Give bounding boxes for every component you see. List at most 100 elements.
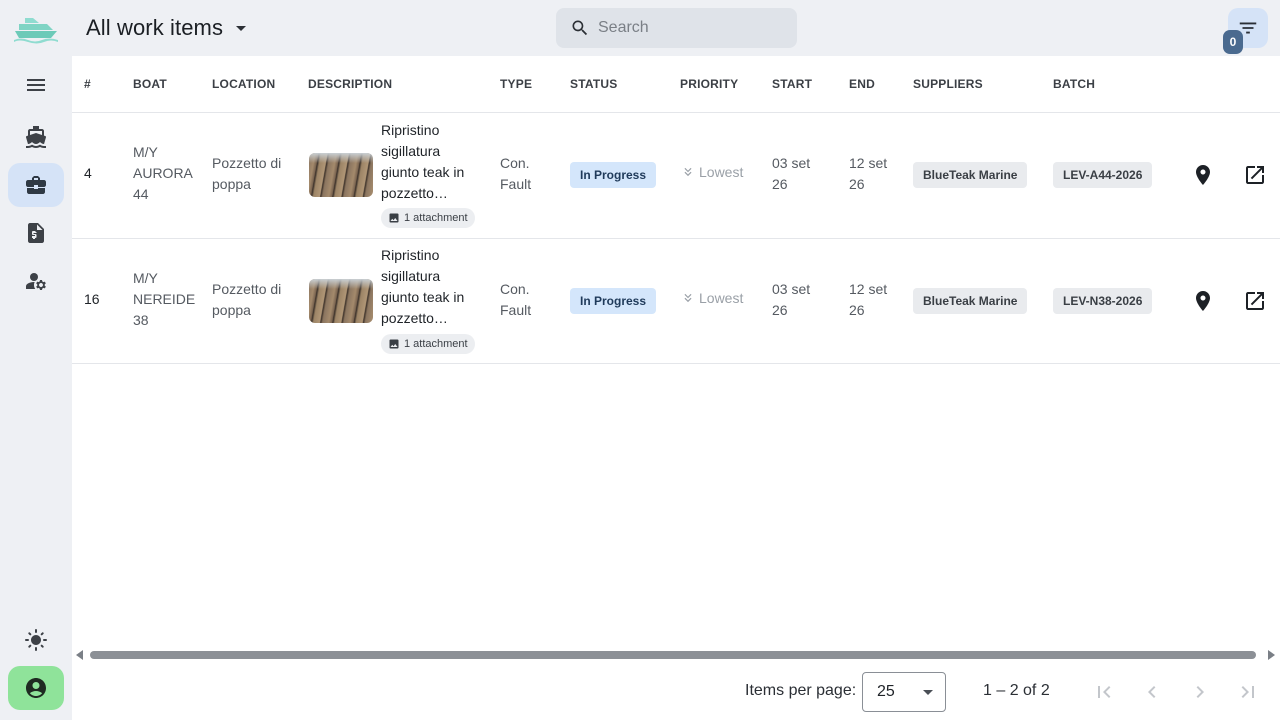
nav-boats[interactable] bbox=[8, 115, 64, 159]
supplier-chip[interactable]: BlueTeak Marine bbox=[913, 288, 1028, 314]
row-boat-line2: AURORA bbox=[133, 165, 193, 181]
col-header-description[interactable]: DESCRIPTION bbox=[308, 77, 392, 91]
show-location-button[interactable] bbox=[1191, 289, 1215, 313]
row-description-line4: pozzetto… bbox=[381, 185, 448, 201]
first-page-button[interactable] bbox=[1092, 680, 1116, 704]
batch-chip[interactable]: LEV-N38-2026 bbox=[1053, 288, 1153, 314]
last-page-icon bbox=[1241, 686, 1254, 698]
col-header-end[interactable]: END bbox=[849, 77, 875, 91]
row-boat-line1: M/Y bbox=[133, 270, 158, 286]
image-icon bbox=[389, 339, 399, 349]
col-header-type[interactable]: TYPE bbox=[500, 77, 532, 91]
table-header: # BOAT LOCATION DESCRIPTION TYPE STATUS … bbox=[72, 56, 1280, 113]
col-header-location[interactable]: LOCATION bbox=[212, 77, 275, 91]
status-badge: In Progress bbox=[570, 162, 657, 188]
theme-toggle[interactable] bbox=[8, 618, 64, 662]
brightness-icon bbox=[25, 629, 47, 651]
attachment-chip[interactable]: 1 attachment bbox=[381, 334, 475, 354]
batch-chip[interactable]: LEV-A44-2026 bbox=[1053, 162, 1153, 188]
open-item-button[interactable] bbox=[1243, 289, 1267, 313]
row-end-line2: 26 bbox=[849, 302, 865, 318]
account-button[interactable] bbox=[8, 666, 64, 710]
items-per-page-label: Items per page: bbox=[745, 682, 857, 699]
next-page-button[interactable] bbox=[1188, 680, 1212, 704]
priority-label: Lowest bbox=[699, 290, 744, 306]
page-size-value: 25 bbox=[877, 683, 895, 700]
attachment-count: 1 attachment bbox=[404, 212, 468, 224]
nav-invoices[interactable] bbox=[8, 211, 64, 255]
supplier-chip[interactable]: BlueTeak Marine bbox=[913, 162, 1028, 188]
row-description-line2: sigillatura bbox=[381, 268, 441, 284]
priority-indicator: Lowest bbox=[681, 290, 743, 306]
page-title: All work items bbox=[86, 15, 224, 40]
last-page-button[interactable] bbox=[1236, 680, 1260, 704]
page-range-label: 1 – 2 of 2 bbox=[983, 682, 1050, 699]
row-start-line2: 26 bbox=[772, 176, 788, 192]
row-location-line1: Pozzetto di bbox=[212, 281, 282, 297]
nav-work-items[interactable] bbox=[8, 163, 64, 207]
row-description-line1: Ripristino bbox=[381, 247, 440, 263]
previous-page-button[interactable] bbox=[1140, 680, 1164, 704]
briefcase-icon bbox=[26, 176, 46, 194]
row-start-line1: 03 set bbox=[772, 155, 811, 171]
open-item-button[interactable] bbox=[1243, 163, 1267, 187]
row-type-line1: Con. bbox=[500, 281, 530, 297]
priority-label: Lowest bbox=[699, 164, 744, 180]
row-boat-line1: M/Y bbox=[133, 144, 158, 160]
chevron-right-icon bbox=[1196, 686, 1204, 698]
chevron-left-icon bbox=[1148, 686, 1156, 698]
row-location-line1: Pozzetto di bbox=[212, 155, 282, 171]
row-id: 4 bbox=[84, 165, 92, 181]
caret-down-icon bbox=[236, 26, 247, 31]
table-row[interactable]: 4 M/Y AURORA 44 Pozzetto di poppa Ripris… bbox=[72, 113, 1280, 239]
col-header-batch[interactable]: BATCH bbox=[1053, 77, 1095, 91]
first-page-icon bbox=[1098, 686, 1111, 698]
row-end-line1: 12 set bbox=[849, 155, 888, 171]
menu-button[interactable] bbox=[8, 63, 64, 107]
show-location-button[interactable] bbox=[1191, 163, 1215, 187]
col-header-priority[interactable]: PRIORITY bbox=[680, 77, 738, 91]
invoice-icon bbox=[28, 223, 44, 243]
attachment-thumbnail[interactable] bbox=[309, 153, 373, 197]
user-settings-icon bbox=[26, 273, 46, 290]
page-size-select[interactable]: 25 bbox=[862, 672, 946, 712]
ship-icon bbox=[25, 126, 46, 148]
row-description-line2: sigillatura bbox=[381, 143, 441, 159]
search-box[interactable] bbox=[556, 8, 797, 48]
col-header-suppliers[interactable]: SUPPLIERS bbox=[913, 77, 983, 91]
scrollbar-thumb[interactable] bbox=[90, 651, 1256, 659]
row-boat-line3: 44 bbox=[133, 186, 149, 202]
attachment-count: 1 attachment bbox=[404, 338, 468, 350]
col-header-boat[interactable]: BOAT bbox=[133, 77, 167, 91]
view-selector[interactable]: All work items bbox=[86, 12, 253, 44]
scroll-right-arrow-icon[interactable] bbox=[1268, 650, 1275, 660]
scroll-left-arrow-icon[interactable] bbox=[76, 650, 83, 660]
col-header-status[interactable]: STATUS bbox=[570, 77, 617, 91]
attachment-thumbnail[interactable] bbox=[309, 279, 373, 323]
col-header-start[interactable]: START bbox=[772, 77, 812, 91]
row-end-line2: 26 bbox=[849, 176, 865, 192]
nav-user-settings[interactable] bbox=[8, 259, 64, 303]
table-row[interactable]: 16 M/Y NEREIDE 38 Pozzetto di poppa Ripr… bbox=[72, 238, 1280, 364]
account-icon bbox=[26, 678, 46, 698]
row-id: 16 bbox=[84, 291, 100, 307]
nav-rail bbox=[0, 0, 72, 720]
row-description-line4: pozzetto… bbox=[381, 310, 448, 326]
col-header-id[interactable]: # bbox=[84, 77, 91, 91]
priority-indicator: Lowest bbox=[681, 164, 743, 180]
row-description-line1: Ripristino bbox=[381, 122, 440, 138]
row-location-line2: poppa bbox=[212, 176, 251, 192]
row-description-line3: giunto teak in bbox=[381, 164, 465, 180]
horizontal-scrollbar[interactable] bbox=[72, 646, 1280, 664]
open-in-new-icon bbox=[1246, 166, 1264, 184]
attachment-chip[interactable]: 1 attachment bbox=[381, 208, 475, 228]
boat-logo-icon bbox=[14, 18, 58, 44]
menu-icon bbox=[27, 79, 45, 91]
double-chevron-down-icon bbox=[684, 293, 692, 303]
search-input[interactable] bbox=[598, 19, 778, 37]
open-in-new-icon bbox=[1246, 292, 1264, 310]
row-type-line2: Fault bbox=[500, 302, 532, 318]
row-location-line2: poppa bbox=[212, 302, 251, 318]
work-items-panel: # BOAT LOCATION DESCRIPTION TYPE STATUS … bbox=[72, 56, 1280, 720]
caret-down-icon bbox=[923, 690, 933, 695]
